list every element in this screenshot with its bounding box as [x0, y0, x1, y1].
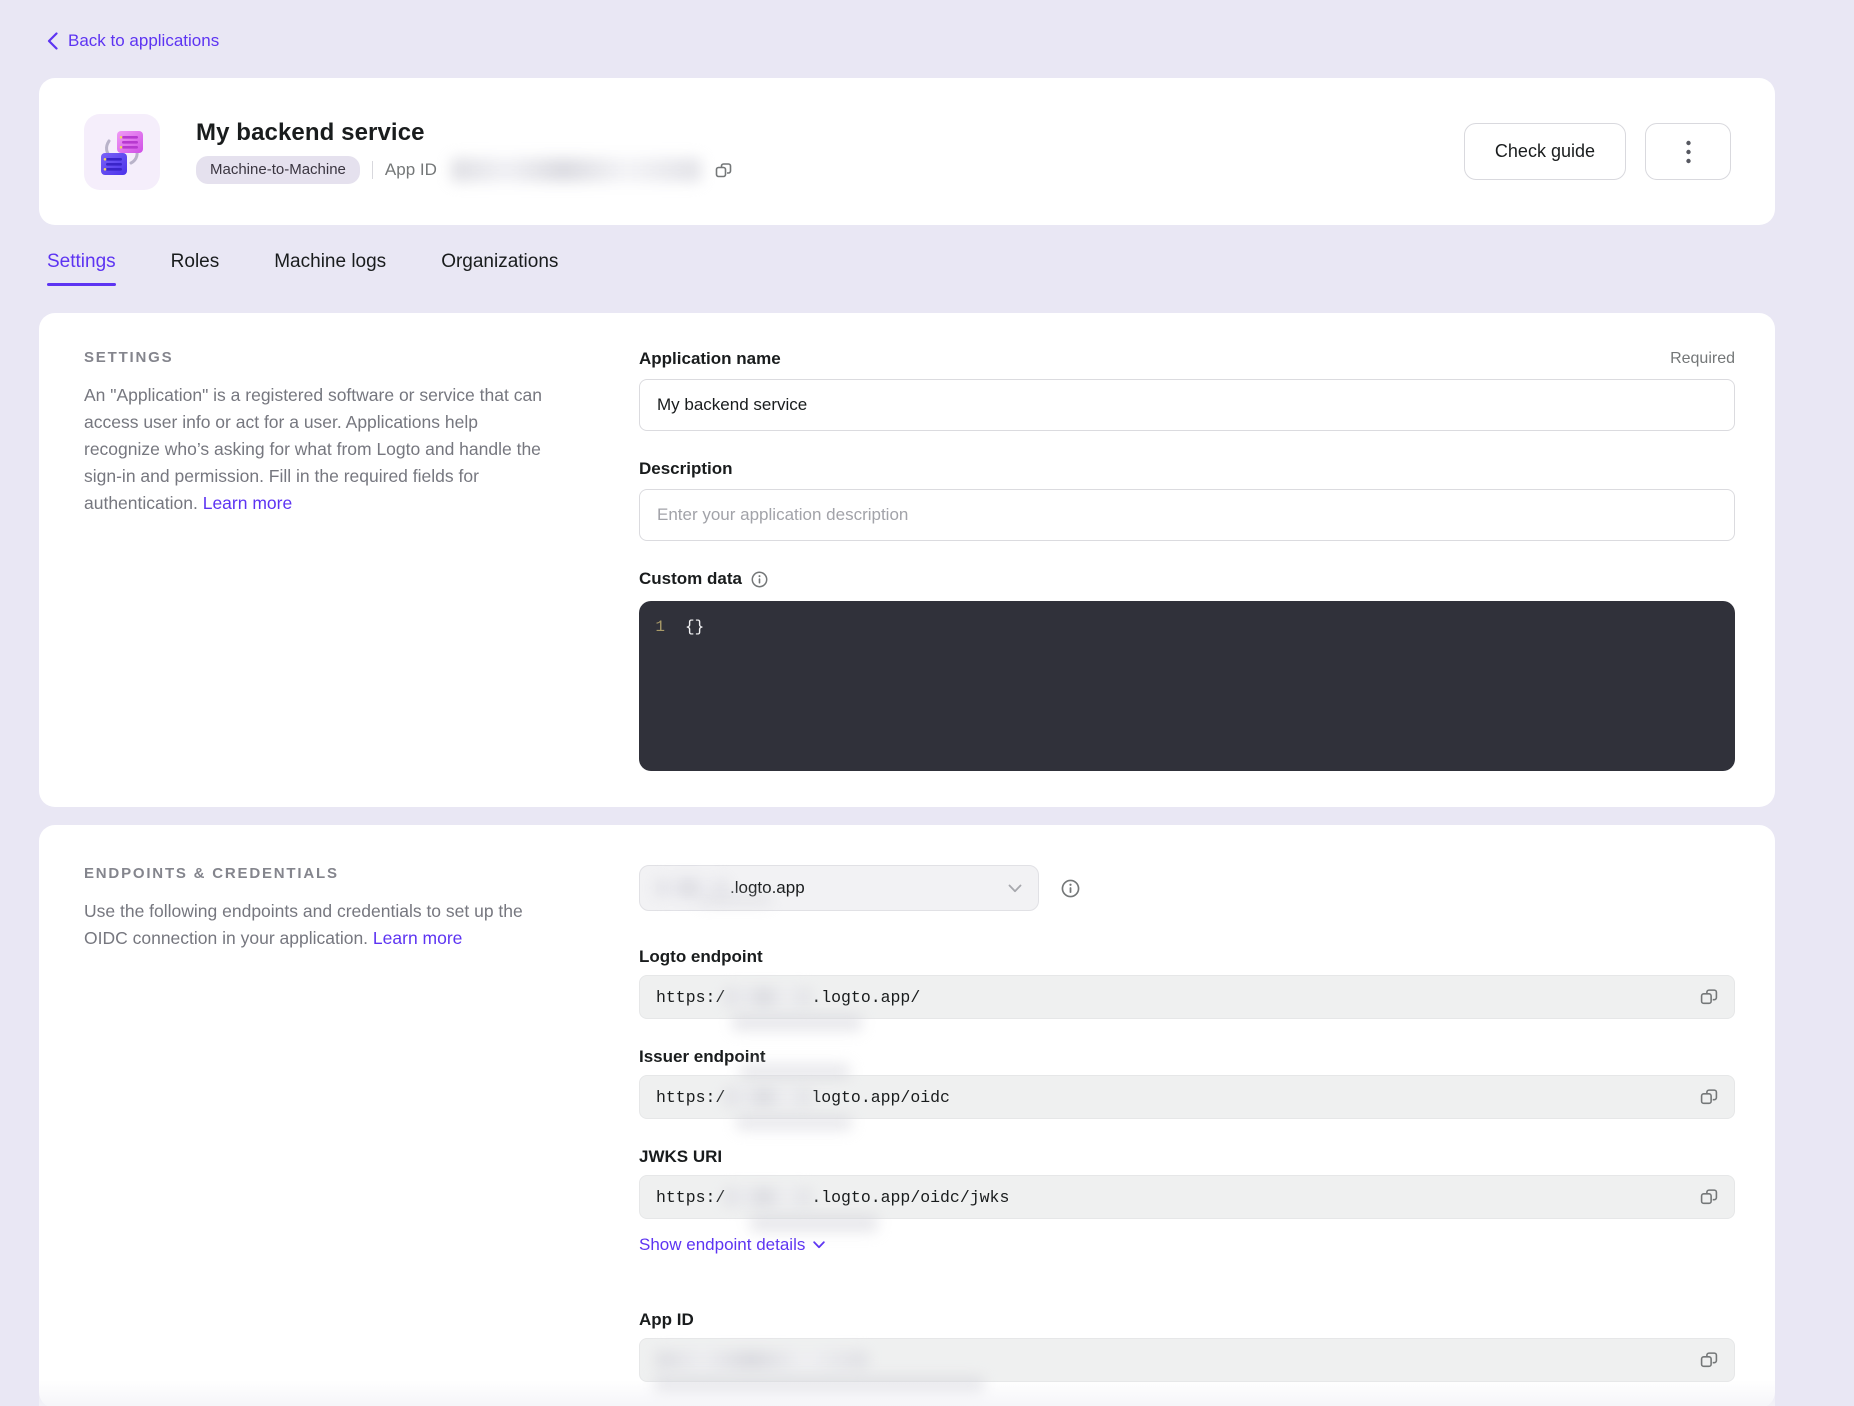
show-endpoint-details-link[interactable]: Show endpoint details: [639, 1235, 825, 1255]
application-details-page: Back to applications: [0, 0, 1854, 1406]
tab-organizations[interactable]: Organizations: [441, 251, 558, 286]
copy-app-id-field-button[interactable]: [1698, 1349, 1720, 1371]
redaction-smudge: [750, 1214, 878, 1232]
chevron-down-icon: [1008, 884, 1022, 893]
endpoints-form: .logto.app Logto endpoint https:/: [639, 865, 1735, 1382]
info-icon[interactable]: [1061, 879, 1080, 898]
redaction-smudge: [732, 1014, 862, 1031]
tab-bar: Settings Roles Machine logs Organization…: [47, 251, 1854, 286]
info-icon[interactable]: [751, 571, 768, 588]
settings-learn-more-link[interactable]: Learn more: [203, 493, 293, 513]
application-name-label: Application name: [639, 349, 781, 369]
jwks-uri-group: JWKS URI https:/ .logto.app/oidc/jwks: [639, 1147, 1735, 1219]
application-name-input[interactable]: [639, 379, 1735, 431]
back-link-label: Back to applications: [68, 31, 219, 51]
endpoint-value-redacted: [725, 1188, 811, 1206]
copy-icon: [1700, 1088, 1718, 1106]
copy-issuer-endpoint-button[interactable]: [1698, 1086, 1720, 1108]
jwks-uri-field: https:/ .logto.app/oidc/jwks: [639, 1175, 1735, 1219]
app-type-badge: Machine-to-Machine: [196, 156, 360, 184]
copy-icon: [1700, 1188, 1718, 1206]
settings-section-intro: SETTINGS An "Application" is a registere…: [84, 349, 554, 771]
meta-divider: [372, 161, 373, 179]
show-endpoint-details-label: Show endpoint details: [639, 1235, 805, 1255]
issuer-endpoint-group: Issuer endpoint https:/ logto.app/oidc: [639, 1047, 1735, 1119]
settings-section-title: SETTINGS: [84, 349, 554, 366]
jwks-uri-label: JWKS URI: [639, 1147, 722, 1166]
description-label: Description: [639, 459, 733, 478]
copy-jwks-uri-button[interactable]: [1698, 1186, 1720, 1208]
required-hint: Required: [1670, 350, 1735, 368]
machine-to-machine-app-icon: [84, 114, 160, 190]
settings-description-text: An "Application" is a registered softwar…: [84, 385, 542, 513]
description-input[interactable]: [639, 489, 1735, 541]
back-link[interactable]: Back to applications: [47, 31, 219, 51]
app-id-field: [639, 1338, 1735, 1382]
tenant-domain-row: .logto.app: [639, 865, 1735, 911]
copy-icon: [1700, 988, 1718, 1006]
application-name-group: Application name Required: [639, 349, 1735, 431]
tab-roles[interactable]: Roles: [171, 251, 220, 286]
endpoint-value-prefix: https:/: [656, 1088, 725, 1107]
logto-endpoint-field: https:/ .logto.app/: [639, 975, 1735, 1019]
endpoints-section-intro: ENDPOINTS & CREDENTIALS Use the followin…: [84, 865, 554, 1382]
settings-section-description: An "Application" is a registered softwar…: [84, 382, 554, 517]
tab-settings[interactable]: Settings: [47, 251, 116, 286]
app-meta-row: Machine-to-Machine App ID: [196, 156, 1464, 184]
more-actions-button[interactable]: [1645, 123, 1731, 180]
app-id-value-redacted: [656, 1351, 868, 1369]
editor-code-content: {}: [685, 618, 704, 636]
logto-endpoint-label: Logto endpoint: [639, 947, 763, 966]
issuer-endpoint-label: Issuer endpoint: [639, 1047, 766, 1066]
app-id-group: App ID: [639, 1310, 1735, 1382]
endpoints-section-description: Use the following endpoints and credenti…: [84, 898, 554, 952]
custom-data-group: Custom data 1 {}: [639, 569, 1735, 771]
app-id-label: App ID: [385, 160, 437, 180]
chevron-down-icon: [813, 1241, 825, 1249]
page-title: My backend service: [196, 119, 1464, 147]
tenant-domain-select[interactable]: .logto.app: [639, 865, 1039, 911]
endpoint-value-prefix: https:/: [656, 1188, 725, 1207]
issuer-endpoint-field: https:/ logto.app/oidc: [639, 1075, 1735, 1119]
app-id-value-redacted: [451, 158, 701, 182]
endpoint-value-redacted: [725, 988, 811, 1006]
tenant-id-redacted: [656, 879, 728, 897]
description-group: Description: [639, 459, 1735, 541]
endpoints-card: ENDPOINTS & CREDENTIALS Use the followin…: [39, 825, 1775, 1406]
app-id-field-label: App ID: [639, 1310, 694, 1329]
app-icon-illustration: [97, 127, 147, 177]
redaction-smudge: [736, 1115, 852, 1130]
header-actions: Check guide: [1464, 123, 1731, 180]
endpoints-learn-more-link[interactable]: Learn more: [373, 928, 463, 948]
custom-data-label: Custom data: [639, 569, 742, 589]
custom-data-editor[interactable]: 1 {}: [639, 601, 1735, 771]
copy-app-id-button[interactable]: [713, 160, 734, 181]
redaction-smudge: [654, 1376, 984, 1396]
endpoint-value-suffix: .logto.app/oidc/jwks: [811, 1188, 1009, 1207]
endpoint-value-suffix: logto.app/oidc: [811, 1088, 950, 1107]
chevron-left-icon: [47, 32, 58, 50]
app-header-meta: My backend service Machine-to-Machine Ap…: [196, 119, 1464, 184]
endpoint-value-suffix: .logto.app/: [811, 988, 920, 1007]
app-header-card: My backend service Machine-to-Machine Ap…: [39, 78, 1775, 225]
tab-machine-logs[interactable]: Machine logs: [274, 251, 386, 286]
copy-logto-endpoint-button[interactable]: [1698, 986, 1720, 1008]
settings-form: Application name Required Description Cu…: [639, 349, 1735, 771]
copy-icon: [715, 162, 732, 179]
copy-icon: [1700, 1351, 1718, 1369]
logto-endpoint-group: Logto endpoint https:/ .logto.app/: [639, 947, 1735, 1019]
tenant-domain-suffix: .logto.app: [730, 878, 805, 898]
endpoints-section-title: ENDPOINTS & CREDENTIALS: [84, 865, 554, 882]
check-guide-button[interactable]: Check guide: [1464, 123, 1626, 180]
endpoint-value-redacted: [725, 1088, 811, 1106]
kebab-menu-icon: [1686, 140, 1691, 164]
editor-line-number: 1: [639, 618, 685, 636]
settings-card: SETTINGS An "Application" is a registere…: [39, 313, 1775, 807]
endpoint-value-prefix: https:/: [656, 988, 725, 1007]
